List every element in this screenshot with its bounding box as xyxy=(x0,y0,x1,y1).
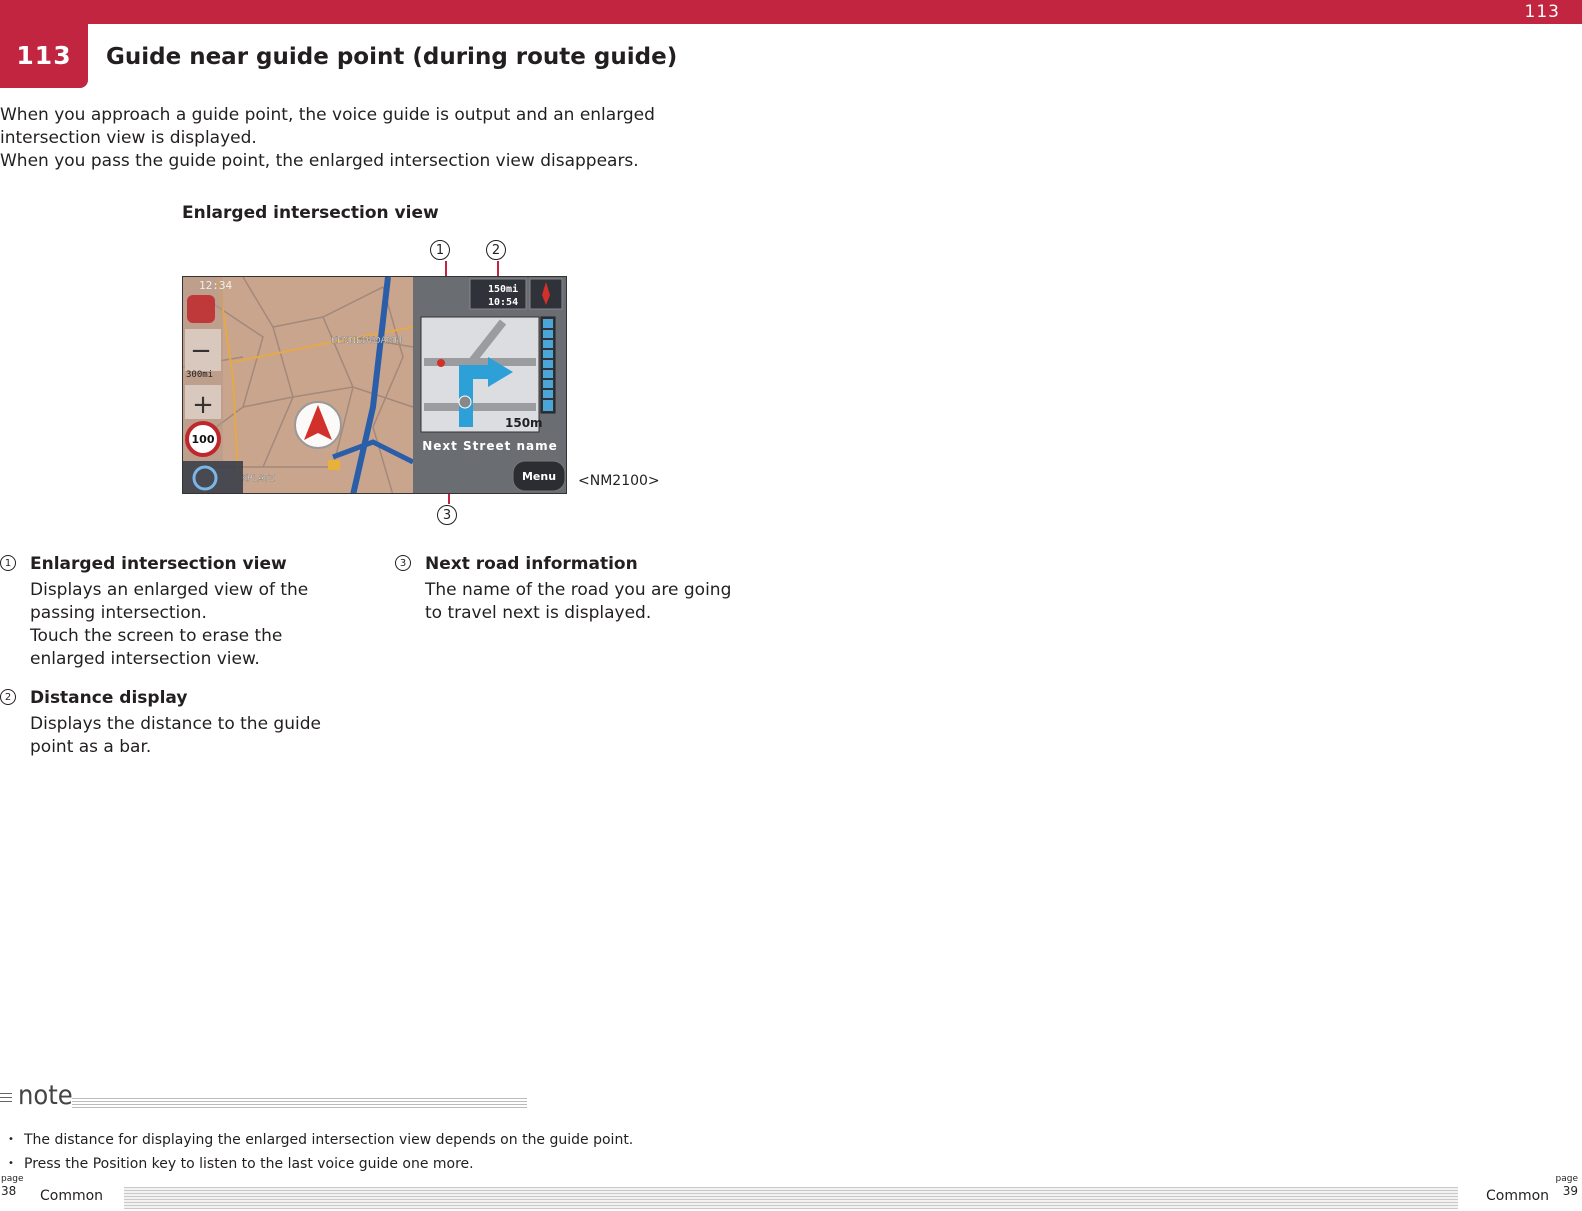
note-item-1-text: The distance for displaying the enlarged… xyxy=(24,1132,634,1148)
navigation-screen[interactable]: − + 300mi 100 12:34 KENNEDYDAMM CKPLATZ … xyxy=(182,276,567,494)
intro-text: When you approach a guide point, the voi… xyxy=(0,104,745,173)
route-icon xyxy=(187,295,215,323)
next-street-text: Next Street name xyxy=(422,439,558,453)
figure-caption: Enlarged intersection view xyxy=(182,203,439,223)
navigation-screen-svg: − + 300mi 100 12:34 KENNEDYDAMM CKPLATZ … xyxy=(183,277,566,493)
distance-remaining-text: 150mi xyxy=(488,283,518,295)
vehicle-icon xyxy=(458,395,472,409)
footer-bar xyxy=(124,1187,1458,1209)
description-3: 3 Next road information The name of the … xyxy=(395,553,740,625)
chapter-tab-number: 113 xyxy=(16,41,72,70)
footer-right-text: Common xyxy=(1486,1188,1550,1204)
footer-left-page-number: 38 xyxy=(1,1184,17,1198)
note-list: The distance for displaying the enlarged… xyxy=(8,1128,633,1176)
description-3-body1: The name of the road you are going to tr… xyxy=(425,580,732,623)
no-entry-icon xyxy=(437,359,445,367)
chapter-tab: 113 xyxy=(0,24,88,88)
distance-bar xyxy=(540,316,556,414)
scale-text: 300mi xyxy=(186,370,213,380)
intro-line-1: When you approach a guide point, the voi… xyxy=(0,105,655,148)
footer-left-page: page 38 xyxy=(1,1174,23,1198)
callout-1: 1 xyxy=(430,240,450,260)
description-1: 1 Enlarged intersection view Displays an… xyxy=(0,553,345,671)
top-page-number: 113 xyxy=(1524,2,1560,22)
footer-right-page: page 39 xyxy=(1556,1174,1578,1198)
description-1-body2: Touch the screen to erase the enlarged i… xyxy=(30,626,283,669)
note-label: note xyxy=(18,1080,73,1111)
description-1-body1: Displays an enlarged view of the passing… xyxy=(30,580,309,623)
menu-text: Menu xyxy=(522,470,556,483)
footer-left-text: Common xyxy=(40,1188,104,1204)
description-1-number: 1 xyxy=(0,555,16,571)
turn-distance-text: 150m xyxy=(505,416,543,430)
speed-limit-text: 100 xyxy=(192,433,215,446)
description-2-number: 2 xyxy=(0,689,16,705)
rotate-button-bg xyxy=(183,461,243,493)
note-icon xyxy=(0,1093,12,1102)
page-title: Guide near guide point (during route gui… xyxy=(106,44,678,70)
callout-2: 2 xyxy=(486,240,506,260)
distance-bar-fill xyxy=(543,319,553,411)
arrival-time-text: 10:54 xyxy=(488,297,518,308)
description-2: 2 Distance display Displays the distance… xyxy=(0,687,345,759)
description-1-heading: Enlarged intersection view xyxy=(30,554,287,574)
callout-3: 3 xyxy=(437,505,457,525)
svg-text:−: − xyxy=(190,336,212,366)
intro-line-2: When you pass the guide point, the enlar… xyxy=(0,151,639,171)
note-item-2: Press the Position key to listen to the … xyxy=(8,1152,633,1176)
model-label: <NM2100> xyxy=(578,473,660,489)
footer-left-page-label: page xyxy=(1,1174,24,1184)
note-item-2-text: Press the Position key to listen to the … xyxy=(24,1156,474,1172)
top-bar: 113 xyxy=(0,0,1582,24)
svg-text:+: + xyxy=(192,390,214,420)
clock-text: 12:34 xyxy=(199,279,232,292)
description-3-number: 3 xyxy=(395,555,411,571)
poi-icon xyxy=(328,460,340,470)
description-3-heading: Next road information xyxy=(425,554,638,574)
footer-right-page-number: 39 xyxy=(1562,1184,1578,1198)
description-2-body1: Displays the distance to the guide point… xyxy=(30,714,321,757)
footer-right-page-label: page xyxy=(1555,1174,1578,1184)
description-2-heading: Distance display xyxy=(30,688,188,708)
street-label-top: KENNEDYDAMM xyxy=(331,336,402,346)
note-divider xyxy=(72,1098,527,1110)
note-item-1: The distance for displaying the enlarged… xyxy=(8,1128,633,1152)
